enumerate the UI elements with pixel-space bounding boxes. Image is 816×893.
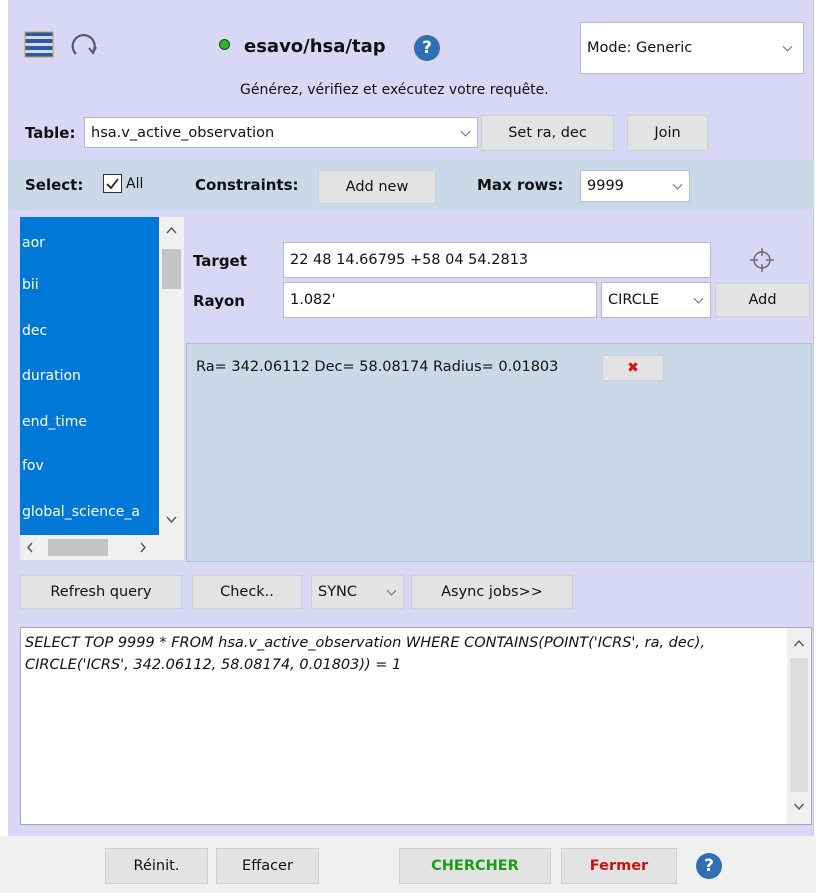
set-ra-dec-button[interactable]: Set ra, dec <box>481 115 614 151</box>
constraints-panel <box>186 343 812 562</box>
chevron-down-icon[interactable] <box>793 803 805 811</box>
refresh-query-button[interactable]: Refresh query <box>20 575 182 609</box>
max-rows-label: Max rows: <box>477 176 564 194</box>
reload-icon[interactable] <box>68 30 100 60</box>
table-select-value: hsa.v_active_observation <box>91 124 275 141</box>
list-item[interactable]: duration <box>22 368 81 384</box>
sync-mode-select[interactable]: SYNC <box>311 575 404 609</box>
scroll-track[interactable] <box>790 658 808 792</box>
list-view-icon[interactable] <box>24 30 54 58</box>
list-item[interactable]: fov <box>22 458 44 474</box>
close-button[interactable]: Fermer <box>561 848 677 884</box>
mode-select-value: Mode: Generic <box>587 40 693 56</box>
delete-icon: ✖ <box>627 360 639 376</box>
clear-button[interactable]: Effacer <box>216 848 319 884</box>
sync-mode-value: SYNC <box>318 584 358 600</box>
table-label: Table: <box>25 124 76 142</box>
all-label: All <box>126 176 144 192</box>
help-icon[interactable]: ? <box>696 853 722 879</box>
column-list-vscrollbar[interactable] <box>159 217 184 535</box>
async-jobs-button[interactable]: Async jobs>> <box>411 575 573 609</box>
sql-query-text[interactable]: SELECT TOP 9999 * FROM hsa.v_active_obse… <box>25 632 787 676</box>
table-select[interactable]: hsa.v_active_observation <box>84 117 478 148</box>
join-button[interactable]: Join <box>627 115 708 151</box>
chevron-down-icon <box>460 126 471 137</box>
mode-select[interactable]: Mode: Generic <box>580 22 804 74</box>
chevron-down-icon <box>782 41 793 52</box>
add-target-button[interactable]: Add <box>715 283 810 317</box>
sql-vscrollbar[interactable] <box>787 628 811 824</box>
list-item[interactable]: global_science_a <box>22 504 140 520</box>
sql-query-textarea[interactable]: SELECT TOP 9999 * FROM hsa.v_active_obse… <box>20 627 812 825</box>
reset-button[interactable]: Réinit. <box>105 848 208 884</box>
column-list-hscrollbar[interactable] <box>20 535 184 560</box>
target-label: Target <box>193 252 247 270</box>
select-label: Select: <box>25 176 84 194</box>
radius-field[interactable]: 1.082' <box>283 282 597 318</box>
search-button[interactable]: CHERCHER <box>399 848 551 884</box>
list-item[interactable]: dec <box>22 323 47 339</box>
max-rows-value: 9999 <box>587 178 624 194</box>
constraint-text: Ra= 342.06112 Dec= 58.08174 Radius= 0.01… <box>196 359 559 375</box>
shape-select[interactable]: CIRCLE <box>601 282 711 318</box>
check-button[interactable]: Check.. <box>192 575 302 609</box>
scroll-thumb[interactable] <box>48 539 108 556</box>
radius-label: Rayon <box>193 292 245 310</box>
crosshair-icon[interactable] <box>749 247 775 273</box>
status-dot-icon <box>219 39 230 50</box>
chevron-down-icon[interactable] <box>166 516 177 524</box>
help-icon[interactable]: ? <box>414 35 440 61</box>
shape-select-value: CIRCLE <box>608 292 660 308</box>
chevron-down-icon <box>672 179 683 190</box>
list-item[interactable]: aor <box>22 235 45 251</box>
column-list[interactable]: aor bii dec duration end_time fov global… <box>20 217 159 535</box>
service-title: esavo/hsa/tap <box>244 36 386 57</box>
all-checkbox[interactable] <box>103 174 122 193</box>
constraints-label: Constraints: <box>195 176 299 194</box>
add-new-constraint-button[interactable]: Add new <box>318 170 436 204</box>
chevron-right-icon[interactable] <box>140 542 146 553</box>
max-rows-select[interactable]: 9999 <box>580 170 690 202</box>
list-item[interactable]: bii <box>22 277 39 293</box>
scroll-thumb[interactable] <box>162 249 181 289</box>
chevron-down-icon <box>386 585 397 596</box>
chevron-up-icon[interactable] <box>793 639 805 647</box>
chevron-up-icon[interactable] <box>166 226 177 234</box>
list-item[interactable]: end_time <box>22 414 87 430</box>
checkmark-icon <box>106 178 119 190</box>
chevron-left-icon[interactable] <box>27 542 33 553</box>
chevron-down-icon <box>693 293 704 304</box>
target-field[interactable]: 22 48 14.66795 +58 04 54.2813 <box>283 242 711 278</box>
header-subtitle: Générez, vérifiez et exécutez votre requ… <box>240 82 549 98</box>
remove-constraint-button[interactable]: ✖ <box>602 355 664 381</box>
